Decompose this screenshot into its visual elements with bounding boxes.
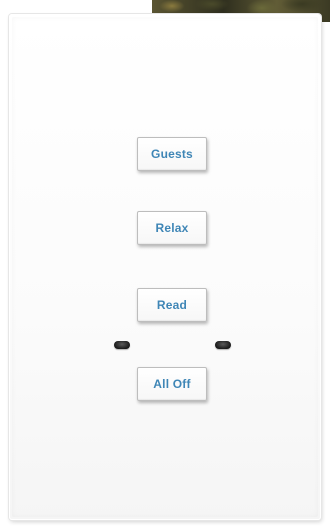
- read-button[interactable]: Read: [137, 288, 207, 322]
- guests-button[interactable]: Guests: [137, 137, 207, 171]
- led-indicator-icon: [114, 341, 130, 349]
- wall-plate: [9, 14, 321, 520]
- led-indicator-icon: [215, 341, 231, 349]
- all-off-button[interactable]: All Off: [137, 367, 207, 401]
- relax-button[interactable]: Relax: [137, 211, 207, 245]
- keypad-scene: Guests Relax Read All Off: [0, 0, 330, 527]
